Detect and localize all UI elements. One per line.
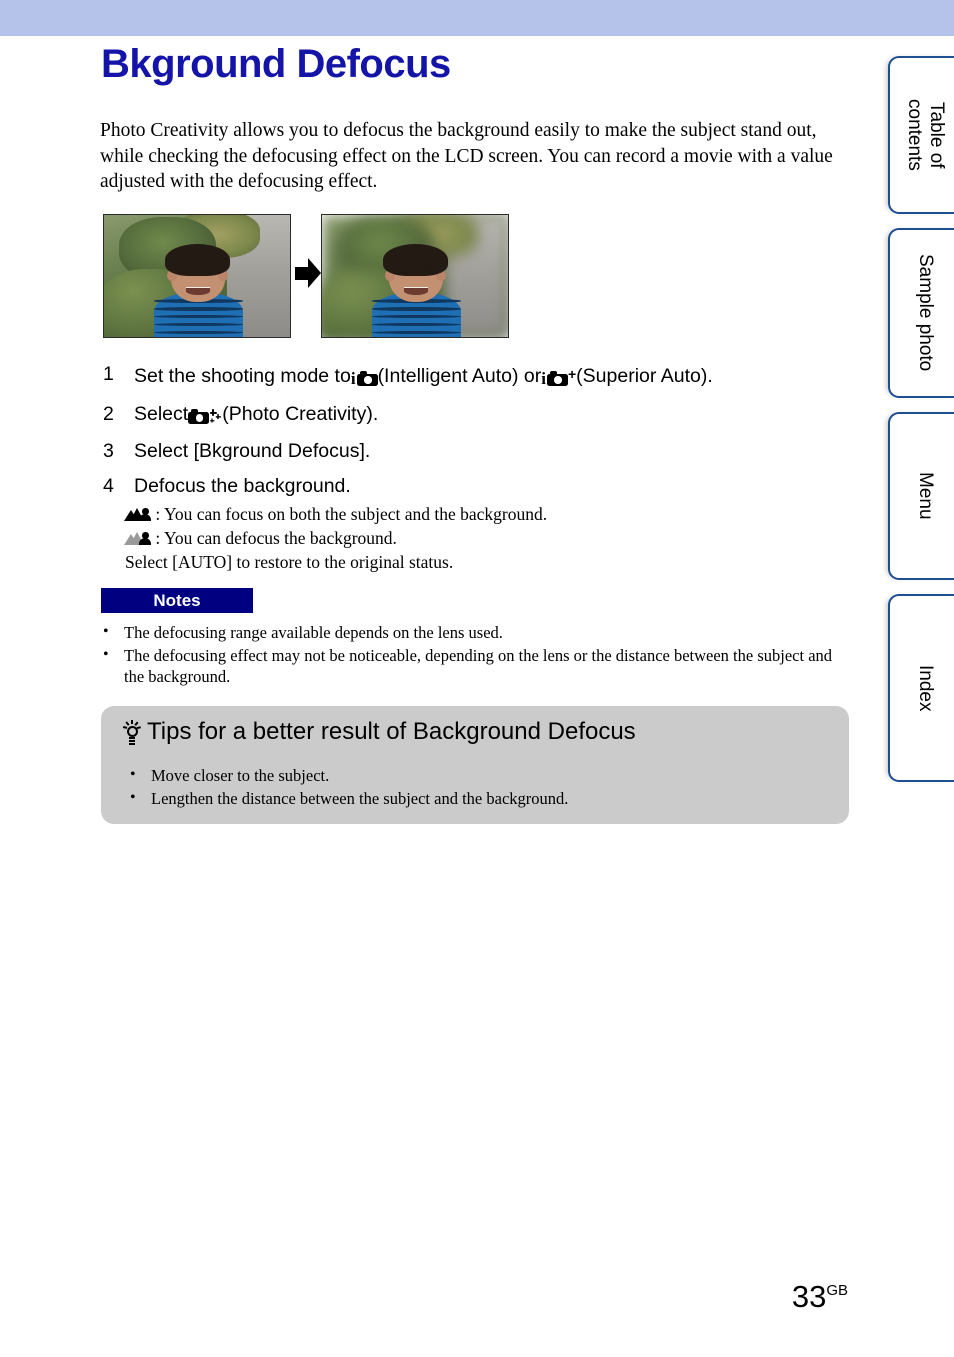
step-4: 4 Defocus the background. [103, 474, 863, 498]
substep-sharp-text: : You can focus on both the subject and … [155, 504, 548, 524]
step-2: 2 Select (Photo Creativity). [103, 402, 863, 428]
step-2-number: 2 [103, 403, 114, 425]
lightbulb-icon [121, 720, 143, 744]
tab-index[interactable]: Index [888, 594, 954, 782]
substep-sharp: : You can focus on both the subject and … [124, 502, 863, 526]
tab-sample-photo[interactable]: Sample photo [888, 228, 954, 398]
bullet-icon: • [103, 623, 109, 640]
tip-item-2-text: Lengthen the distance between the subjec… [151, 789, 569, 808]
tab-table-of-contents[interactable]: Table of contents [888, 56, 954, 214]
tip-item-1-text: Move closer to the subject. [151, 766, 330, 785]
note-item-2-text: The defocusing effect may not be noticea… [124, 645, 833, 687]
side-tab-nav: Table of contents Sample photo Menu Inde… [878, 0, 954, 1357]
bullet-icon: • [130, 766, 136, 783]
figure-before-after [103, 214, 523, 338]
photo-defocused-background [321, 214, 509, 338]
note-item-1-text: The defocusing range available depends o… [124, 623, 503, 642]
photo-creativity-camera-icon [188, 404, 222, 428]
superior-auto-camera-icon: i + [541, 366, 577, 388]
tips-box: Tips for a better result of Background D… [101, 706, 849, 824]
tab-table-of-contents-label: Table of contents [904, 99, 947, 171]
intro-paragraph: Photo Creativity allows you to defocus t… [100, 120, 833, 192]
tips-list: • Move closer to the subject. • Lengthen… [127, 764, 817, 810]
tips-title: Tips for a better result of Background D… [147, 718, 636, 745]
substep-blurred-text: : You can defocus the background. [155, 528, 397, 548]
step-1: 1 Set the shooting mode to i (Intelligent… [103, 362, 863, 391]
step-3-text: Select [Bkground Defocus]. [134, 440, 371, 462]
step-1-text-mid1: (Intelligent Auto) or [377, 365, 542, 387]
procedure-steps: 1 Set the shooting mode to i (Intelligent… [103, 362, 863, 574]
note-item-1: • The defocusing range available depends… [100, 622, 852, 644]
notes-list: • The defocusing range available depends… [100, 622, 852, 689]
step-1-text-mid2: (Superior Auto). [576, 365, 713, 387]
right-arrow-icon [295, 258, 321, 288]
step-1-number: 1 [103, 363, 114, 385]
substep-trailer: Select [AUTO] to restore to the original… [125, 552, 454, 572]
page-number-value: 33 [791, 1279, 827, 1314]
tab-index-label: Index [915, 664, 936, 712]
step-4-number: 4 [103, 475, 114, 497]
page-number-suffix: GB [826, 1282, 848, 1299]
mountain-person-blurred-icon [124, 531, 151, 546]
step-2-text-before: Select [134, 403, 189, 425]
bullet-icon: • [130, 789, 136, 806]
step-4-text: Defocus the background. [134, 475, 351, 497]
tab-sample-photo-label: Sample photo [915, 254, 936, 372]
step-4-details: : You can focus on both the subject and … [124, 502, 863, 574]
bullet-icon: • [103, 645, 109, 663]
tip-item-1: • Move closer to the subject. [127, 764, 817, 787]
step-3: 3 Select [Bkground Defocus]. [103, 439, 863, 463]
step-1-text-before: Set the shooting mode to [134, 365, 351, 387]
page-title: Bkground Defocus [101, 42, 451, 86]
substep-blurred: : You can defocus the background. [124, 526, 863, 550]
step-2-text-mid1: (Photo Creativity). [222, 403, 379, 425]
tip-item-2: • Lengthen the distance between the subj… [127, 787, 817, 810]
notes-badge: Notes [101, 588, 253, 613]
tab-menu[interactable]: Menu [888, 412, 954, 580]
intelligent-auto-camera-icon: i [351, 366, 378, 391]
step-3-number: 3 [103, 440, 114, 462]
page-number: 33GB [792, 1279, 848, 1315]
note-item-2: • The defocusing effect may not be notic… [100, 645, 852, 688]
mountain-person-sharp-icon [124, 507, 151, 522]
page-content: Bkground Defocus Photo Creativity allows… [0, 0, 878, 1357]
photo-sharp-background [103, 214, 291, 338]
tab-menu-label: Menu [915, 472, 936, 520]
